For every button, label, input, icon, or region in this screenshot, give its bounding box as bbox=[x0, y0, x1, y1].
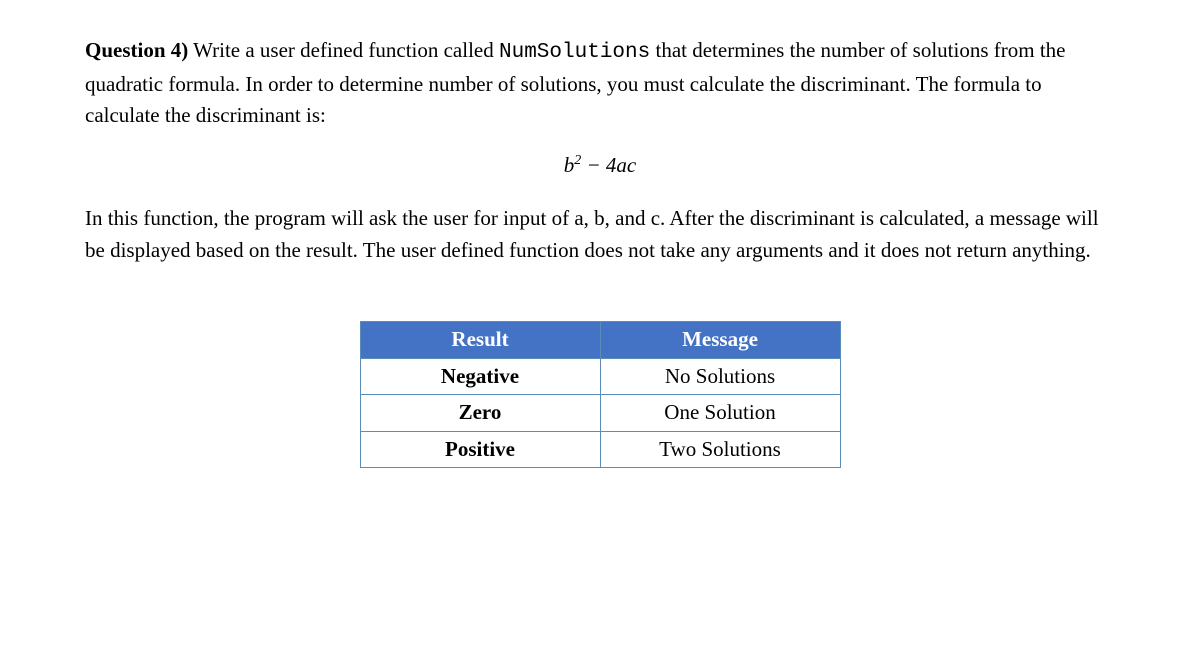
header-message: Message bbox=[600, 322, 840, 359]
formula-a: a bbox=[616, 153, 627, 177]
cell-result: Positive bbox=[360, 431, 600, 468]
result-table-wrapper: Result Message Negative No Solutions Zer… bbox=[85, 321, 1115, 468]
question-paragraph-1: Question 4) Write a user defined functio… bbox=[85, 35, 1115, 132]
header-result: Result bbox=[360, 322, 600, 359]
table-row: Zero One Solution bbox=[360, 395, 840, 432]
table-row: Positive Two Solutions bbox=[360, 431, 840, 468]
formula-b: b bbox=[564, 153, 575, 177]
formula-minus: − 4 bbox=[581, 153, 616, 177]
discriminant-formula: b2 − 4ac bbox=[85, 150, 1115, 182]
cell-result: Negative bbox=[360, 358, 600, 395]
result-table: Result Message Negative No Solutions Zer… bbox=[360, 321, 841, 468]
table-row: Negative No Solutions bbox=[360, 358, 840, 395]
table-header-row: Result Message bbox=[360, 322, 840, 359]
cell-result: Zero bbox=[360, 395, 600, 432]
formula-c: c bbox=[627, 153, 636, 177]
cell-message: No Solutions bbox=[600, 358, 840, 395]
cell-message: Two Solutions bbox=[600, 431, 840, 468]
cell-message: One Solution bbox=[600, 395, 840, 432]
question-label: Question 4) bbox=[85, 38, 188, 62]
question-paragraph-2: In this function, the program will ask t… bbox=[85, 203, 1115, 266]
question-text-before: Write a user defined function called bbox=[188, 38, 499, 62]
function-name: NumSolutions bbox=[499, 41, 650, 64]
